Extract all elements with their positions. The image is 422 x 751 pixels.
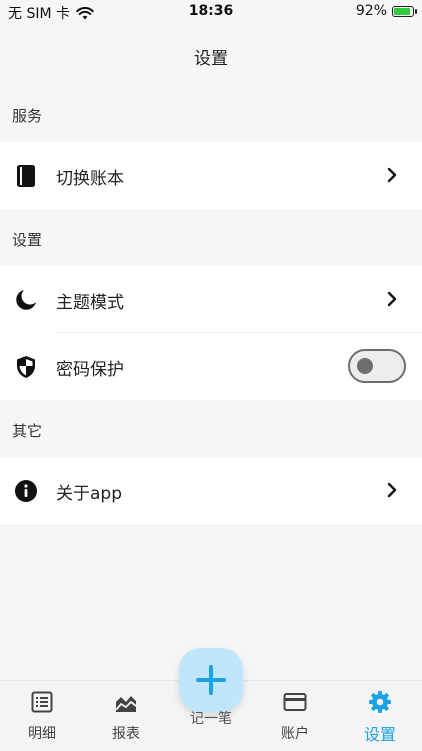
group-other: 关于app — [0, 457, 422, 524]
tab-settings[interactable]: 设置 — [338, 681, 422, 751]
toggle-knob — [357, 358, 373, 374]
section-header-settings: 设置 — [12, 231, 43, 249]
password-toggle[interactable] — [348, 349, 406, 383]
chart-icon — [115, 696, 137, 712]
password-protect-row: 密码保护 — [0, 333, 422, 400]
card-icon — [283, 693, 307, 711]
group-service: 切换账本 — [0, 142, 422, 209]
tab-settings-label: 设置 — [363, 725, 396, 744]
theme-mode-label: 主题模式 — [56, 293, 124, 313]
section-header-service: 服务 — [12, 107, 43, 125]
list-icon — [31, 691, 53, 713]
tab-details[interactable]: 明细 — [0, 681, 84, 751]
chevron-right-icon — [387, 291, 397, 307]
book-icon — [14, 164, 38, 188]
add-record-button[interactable] — [179, 648, 243, 712]
about-app-row[interactable]: 关于app — [0, 457, 422, 524]
status-bar: 无 SIM 卡 18:36 92% — [0, 0, 422, 24]
switch-ledger-label: 切换账本 — [56, 169, 124, 189]
battery-icon — [392, 5, 417, 17]
password-protect-label: 密码保护 — [56, 360, 124, 380]
shield-icon — [14, 355, 38, 379]
about-app-label: 关于app — [56, 484, 122, 504]
section-header-other: 其它 — [12, 422, 43, 440]
tab-reports-label: 报表 — [112, 726, 140, 742]
switch-ledger-row[interactable]: 切换账本 — [0, 142, 422, 209]
tab-accounts[interactable]: 账户 — [253, 681, 337, 751]
chevron-right-icon — [387, 482, 397, 498]
plus-icon — [196, 665, 226, 695]
chevron-right-icon — [387, 167, 397, 183]
theme-mode-row[interactable]: 主题模式 — [0, 266, 422, 333]
battery-percent: 92% — [355, 3, 387, 19]
group-settings: 主题模式 密码保护 — [0, 266, 422, 400]
moon-icon — [14, 288, 38, 312]
info-icon — [14, 479, 38, 503]
tab-reports[interactable]: 报表 — [84, 681, 168, 751]
tab-details-label: 明细 — [28, 726, 56, 742]
tab-accounts-label: 账户 — [281, 726, 309, 742]
page-title: 设置 — [194, 49, 228, 69]
gear-icon — [369, 691, 391, 713]
battery-level — [394, 7, 410, 15]
add-record-label: 记一笔 — [190, 711, 232, 727]
